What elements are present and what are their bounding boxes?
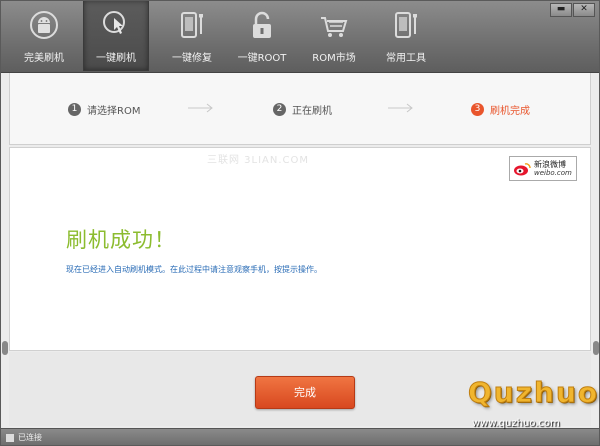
tool-label: 一键修复: [172, 53, 212, 64]
arrow-right-icon: [388, 103, 413, 113]
tool-one-click-flash[interactable]: 一键刷机: [83, 1, 149, 71]
result-panel: 三联网 3LIAN.COM 新浪微博 weibo.com 刷机成功！ 现在已经进…: [9, 147, 591, 351]
top-toolbar: 完美刷机 一键刷机 一键修复 一键ROOT ROM市场 常用工具 ▬ ✕: [1, 1, 599, 73]
progress-steps: 1 请选择ROM 2 正在刷机 3 刷机完成: [9, 73, 591, 145]
step-label: 刷机完成: [490, 106, 530, 117]
android-icon: [30, 11, 58, 39]
site-watermark: 三联网 3LIAN.COM: [207, 155, 310, 166]
step-label: 请选择ROM: [87, 106, 141, 117]
window-controls: ▬ ✕: [550, 3, 595, 17]
step-select-rom: 1 请选择ROM: [68, 102, 140, 117]
weibo-domain: weibo.com: [534, 168, 572, 177]
phone-repair-icon: [181, 12, 203, 38]
cart-icon: [321, 17, 348, 37]
tool-label: 一键ROOT: [237, 53, 287, 64]
tool-label: 常用工具: [386, 53, 426, 64]
tool-one-click-root[interactable]: 一键ROOT: [229, 1, 295, 71]
minimize-button[interactable]: ▬: [550, 3, 572, 17]
quzhuo-watermark-logo: Quzhuo www.quzhuo.com: [462, 376, 600, 442]
weibo-icon: [514, 162, 531, 175]
weibo-text: 新浪微博 weibo.com: [534, 160, 572, 178]
tool-label: 一键刷机: [96, 53, 136, 64]
step-flashing: 2 正在刷机: [273, 102, 332, 117]
left-collapse-handle[interactable]: [2, 341, 8, 355]
brand-name: Quzhuo: [467, 376, 600, 410]
step-number: 1: [68, 103, 81, 116]
tool-label: 完美刷机: [24, 53, 64, 64]
tool-label: ROM市场: [312, 53, 356, 64]
weibo-share-button[interactable]: 新浪微博 weibo.com: [509, 156, 577, 181]
tool-rom-market[interactable]: ROM市场: [301, 1, 367, 71]
tool-common-tools[interactable]: 常用工具: [373, 1, 439, 71]
device-icon: [6, 433, 14, 442]
close-button[interactable]: ✕: [573, 3, 595, 17]
success-description: 现在已经进入自动刷机模式。在此过程中请注意观察手机，按提示操作。: [66, 265, 322, 274]
right-collapse-handle[interactable]: [593, 341, 599, 355]
tools-icon: [395, 12, 417, 38]
tool-perfect-flash[interactable]: 完美刷机: [11, 1, 77, 71]
done-button[interactable]: 完成: [255, 376, 355, 409]
connection-status: 已连接: [6, 432, 42, 443]
connection-label: 已连接: [18, 433, 42, 442]
step-label: 正在刷机: [292, 106, 332, 117]
brand-url: www.quzhuo.com: [472, 418, 560, 429]
success-title: 刷机成功！: [66, 228, 176, 252]
step-flash-complete: 3 刷机完成: [471, 102, 530, 117]
unlock-icon: [253, 11, 271, 38]
step-number: 2: [273, 103, 286, 116]
tool-one-click-repair[interactable]: 一键修复: [159, 1, 225, 71]
arrow-right-icon: [188, 103, 213, 113]
step-number: 3: [471, 103, 484, 116]
touch-flash-icon: [103, 11, 125, 34]
weibo-name: 新浪微博: [534, 159, 566, 169]
